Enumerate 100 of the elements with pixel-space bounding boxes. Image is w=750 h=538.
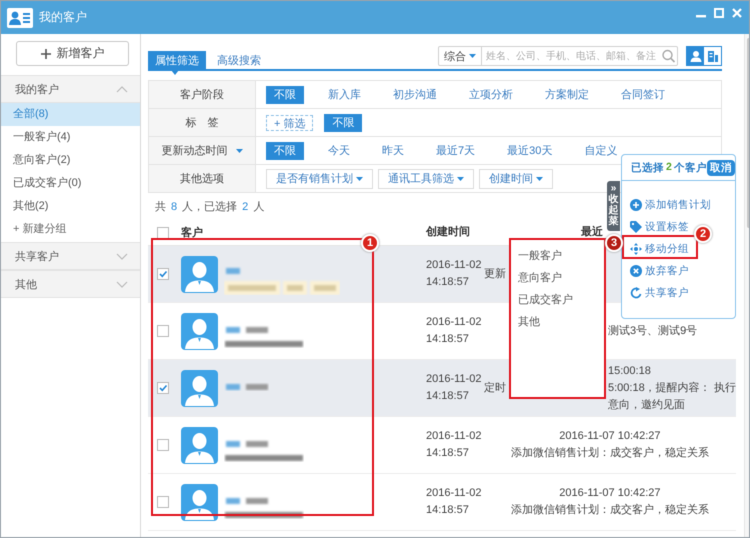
dropdown-button[interactable]: 创建时间 bbox=[479, 168, 553, 188]
filter-option[interactable]: 自定义 bbox=[576, 142, 626, 160]
filter-option[interactable]: 不限 bbox=[266, 142, 304, 160]
chevron-up-icon[interactable] bbox=[116, 86, 128, 92]
latest-activity-text: 添加微信销售计划：成交客户，稳定关系 bbox=[510, 502, 710, 518]
search-field[interactable]: 综合 姓名、公司、手机、电话、邮箱、备注 bbox=[438, 46, 678, 66]
cancel-button[interactable]: 取消 bbox=[706, 160, 735, 176]
checkbox[interactable] bbox=[157, 268, 169, 280]
contacts-icon bbox=[7, 8, 33, 28]
latest-activity-text: 测试3号、测试9号 bbox=[608, 324, 698, 338]
avatar-icon bbox=[181, 256, 218, 292]
filter-label: 更新动态时间 bbox=[162, 144, 228, 158]
tag-icon bbox=[630, 221, 642, 233]
created-date: 2016-11-02 bbox=[426, 486, 482, 501]
created-date: 2016-11-02 bbox=[426, 429, 482, 444]
menu-item[interactable]: 一般客户 bbox=[518, 245, 562, 267]
latest-activity-text: 意向，邀约见面 bbox=[608, 398, 686, 412]
filter-option[interactable]: 不限 bbox=[324, 114, 362, 132]
filter-option[interactable]: 立项分析 bbox=[461, 86, 521, 104]
caret-icon[interactable] bbox=[236, 148, 242, 152]
checkbox[interactable] bbox=[157, 439, 169, 451]
column-header: 客户 bbox=[181, 226, 203, 240]
filter-option[interactable]: 最近30天 bbox=[499, 142, 560, 160]
latest-activity-text: 15:00:18 bbox=[608, 364, 652, 378]
action-item[interactable]: 放弃客户 bbox=[630, 261, 689, 281]
table-row[interactable]: 2016-11-02 14:18:57 2016-11-07 10:42:27 添加微信销售计划：成交客户，稳定关系 bbox=[148, 474, 736, 531]
group-item[interactable]: 意向客户(2) bbox=[1, 149, 140, 172]
group-header[interactable]: 我的客户 bbox=[1, 75, 140, 103]
caret-icon[interactable] bbox=[457, 176, 464, 180]
checkbox[interactable] bbox=[157, 325, 169, 337]
search-icon[interactable] bbox=[661, 49, 677, 63]
filter-option[interactable]: 今天 bbox=[320, 142, 358, 160]
created-time: 14:18:57 bbox=[426, 389, 470, 404]
checkbox[interactable] bbox=[157, 496, 169, 508]
group-item[interactable]: 全部(8) bbox=[1, 103, 140, 126]
close-icon[interactable] bbox=[732, 8, 742, 18]
move-icon bbox=[630, 243, 642, 255]
collapse-menu-tab[interactable]: »收起菜 bbox=[607, 181, 620, 231]
avatar-icon bbox=[181, 312, 218, 350]
caret-icon[interactable] bbox=[356, 176, 363, 180]
group-header[interactable]: 共享客户 bbox=[1, 242, 140, 270]
filter-label: 客户阶段 bbox=[180, 88, 224, 102]
filter-option[interactable]: 最近7天 bbox=[428, 142, 484, 160]
remove-icon bbox=[630, 265, 642, 277]
avatar-icon bbox=[181, 370, 218, 406]
caret-icon[interactable] bbox=[536, 176, 543, 180]
column-header: 创建时间 bbox=[426, 226, 470, 238]
add-filter-button[interactable]: + 筛选 bbox=[266, 114, 314, 130]
filter-option[interactable]: 合同签订 bbox=[613, 86, 673, 104]
column-header: 最近 bbox=[581, 224, 603, 240]
created-date: 2016-11-02 bbox=[426, 258, 482, 273]
person-view-button[interactable] bbox=[687, 47, 704, 65]
filter-option[interactable]: 新入库 bbox=[320, 86, 369, 104]
filter-tab[interactable]: 高级搜索 bbox=[210, 51, 268, 69]
avatar-icon bbox=[181, 484, 218, 520]
action-item[interactable]: 添加销售计划 bbox=[630, 195, 711, 215]
scope-dropdown[interactable]: 综合 bbox=[439, 47, 482, 65]
menu-item[interactable]: 其他 bbox=[518, 311, 540, 333]
checkbox[interactable] bbox=[157, 382, 169, 394]
latest-activity-text: 添加微信销售计划：成交客户，稳定关系 bbox=[510, 446, 710, 461]
filter-option[interactable]: 初步沟通 bbox=[385, 86, 445, 104]
new-group-link[interactable]: + 新建分组 bbox=[1, 218, 140, 241]
dropdown-button[interactable]: 通讯工具筛选 bbox=[378, 168, 474, 188]
created-time: 14:18:57 bbox=[426, 503, 470, 518]
scrollbar[interactable] bbox=[744, 34, 749, 537]
action-item[interactable]: 设置标签 bbox=[630, 217, 689, 237]
group-header[interactable]: 其他 bbox=[1, 270, 140, 298]
action-item[interactable]: 共享客户 bbox=[630, 283, 689, 303]
annotation-badge: 1 bbox=[361, 234, 379, 252]
filter-label: 其他选项 bbox=[180, 172, 224, 186]
filter-tab[interactable]: 属性筛选 bbox=[148, 51, 206, 69]
dropdown-button[interactable]: 是否有销售计划 bbox=[266, 168, 373, 188]
plus-icon bbox=[40, 48, 50, 58]
panel-title: 已选择 2 个客户 bbox=[631, 160, 707, 174]
created-date: 2016-11-02 bbox=[426, 372, 482, 387]
add-customer-button[interactable]: 新增客户 bbox=[16, 41, 129, 66]
checkbox[interactable] bbox=[157, 226, 169, 238]
latest-activity-text: 2016-11-07 10:42:27 bbox=[558, 429, 662, 444]
group-item[interactable]: 已成交客户(0) bbox=[1, 172, 140, 195]
table-row[interactable]: 2016-11-02 14:18:57 2016-11-07 10:42:27 添加微信销售计划：成交客户，稳定关系 bbox=[148, 417, 736, 474]
group-item[interactable]: 其他(2) bbox=[1, 195, 140, 218]
latest-activity-text: 2016-11-07 10:42:27 bbox=[558, 486, 662, 501]
filter-option[interactable]: 不限 bbox=[266, 86, 304, 104]
group-item[interactable]: 一般客户(4) bbox=[1, 126, 140, 149]
filter-option[interactable]: 方案制定 bbox=[537, 86, 597, 104]
created-time: 14:18:57 bbox=[426, 332, 470, 347]
chevron-down-icon[interactable] bbox=[116, 252, 128, 260]
filter-option[interactable]: 昨天 bbox=[374, 142, 412, 160]
window-title: 我的客户 bbox=[39, 9, 87, 26]
avatar-icon bbox=[181, 426, 218, 464]
blurred-text-drawing bbox=[224, 382, 269, 390]
created-date: 2016-11-02 bbox=[426, 315, 482, 330]
caret-icon[interactable] bbox=[469, 54, 476, 58]
chevron-down-icon[interactable] bbox=[116, 280, 128, 288]
plus-icon bbox=[630, 199, 642, 211]
filter-label: 标 签 bbox=[186, 116, 218, 130]
maximize-icon[interactable] bbox=[714, 8, 724, 18]
latest-activity-text: 5:00:18，提醒内容： 执行 bbox=[608, 380, 736, 396]
menu-item[interactable]: 意向客户 bbox=[518, 267, 562, 289]
latest-activity-text: 定时 bbox=[484, 380, 504, 396]
